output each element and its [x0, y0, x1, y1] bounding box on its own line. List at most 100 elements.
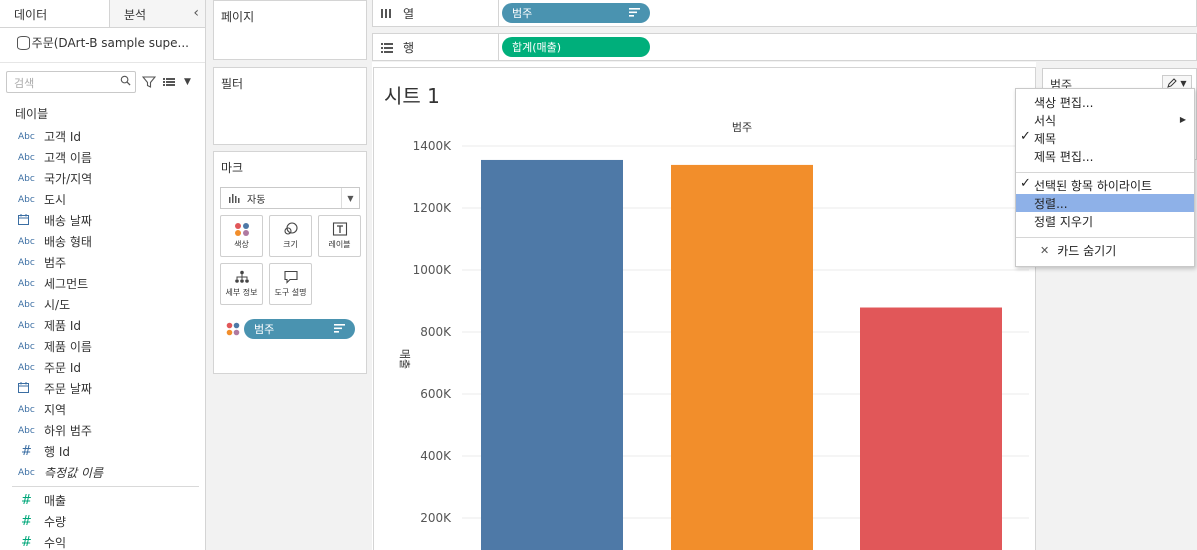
field-item[interactable]: Abc 범주: [0, 252, 205, 273]
field-label: 세그먼트: [44, 277, 89, 291]
bar-chart-icon: [229, 194, 240, 203]
field-label: 고객 이름: [44, 151, 92, 165]
bar: [481, 159, 623, 550]
bar-chart: 200K 400K 600K 800K 1000K 1200K 1400K 범주매출: [398, 121, 1029, 550]
calendar-icon: [18, 213, 44, 228]
detail-button[interactable]: 세부 정보: [220, 263, 263, 305]
number-type-icon: #: [21, 514, 32, 529]
menu-item[interactable]: ✕ 카드 숨기기: [1016, 241, 1194, 259]
field-label: 국가/지역: [44, 172, 93, 186]
field-item[interactable]: # 수익: [0, 532, 205, 550]
shelves-area: 열 범주 행 합계(매출): [372, 0, 1197, 62]
view-options-icon[interactable]: [162, 76, 178, 88]
detail-icon: [234, 270, 249, 283]
y-tick-label: 400K: [420, 449, 452, 463]
string-type-icon: Abc: [18, 257, 35, 268]
data-source-name: 주문(DArt-B sample supe...: [31, 35, 189, 50]
field-label: 수량: [44, 515, 67, 529]
mark-field-row: 범주: [226, 319, 355, 339]
number-type-icon: #: [21, 535, 32, 550]
tab-data[interactable]: 데이터: [0, 0, 110, 27]
field-item[interactable]: Abc 세그먼트: [0, 273, 205, 294]
menu-item[interactable]: ✓ 제목: [1016, 129, 1194, 147]
field-item[interactable]: Abc 측정값 이름: [0, 462, 205, 483]
collapse-pane-icon[interactable]: ‹: [193, 5, 199, 21]
tableau-workspace: 데이터 분석 ‹ 주문(DArt-B sample supe... 검색 ▼ 테…: [0, 0, 1197, 550]
tooltip-icon: [283, 270, 298, 284]
field-label: 주문 날짜: [44, 382, 92, 396]
data-pane: 데이터 분석 ‹ 주문(DArt-B sample supe... 검색 ▼ 테…: [0, 0, 206, 550]
pages-card-title: 페이지: [221, 10, 255, 24]
menu-item[interactable]: 서식 ▶: [1016, 111, 1194, 129]
color-button[interactable]: 색상: [220, 215, 263, 257]
label-button[interactable]: 레이블: [318, 215, 361, 257]
field-item[interactable]: Abc 하위 범주: [0, 420, 205, 441]
field-item[interactable]: 주문 날짜: [0, 378, 205, 399]
rows-pill[interactable]: 합계(매출): [502, 37, 650, 57]
field-item[interactable]: Abc 시/도: [0, 294, 205, 315]
chevron-down-icon[interactable]: ▼: [184, 77, 191, 87]
tooltip-button-label: 도구 설명: [274, 288, 307, 297]
pencil-icon: [1167, 78, 1178, 88]
color-field-pill[interactable]: 범주: [244, 319, 355, 339]
shelf-column: 페이지 필터 마크 자동 ▼ 색상 크기 레이블 세부 정보 도구 설명 범주: [206, 0, 372, 550]
field-item[interactable]: Abc 제품 Id: [0, 315, 205, 336]
dimension-list: Abc 고객 Id Abc 고객 이름 Abc 국가/지역 Abc 도시 배송 날짜 Abc 배송 …: [0, 126, 205, 483]
columns-pill[interactable]: 범주: [502, 3, 650, 23]
field-item[interactable]: Abc 배송 형태: [0, 231, 205, 252]
field-item[interactable]: # 행 Id: [0, 441, 205, 462]
measures-divider: [12, 486, 199, 487]
measure-list: #매출#수량#수익#할인율: [0, 490, 205, 550]
mark-type-dropdown[interactable]: 자동 ▼: [220, 187, 360, 209]
menu-item[interactable]: ✓ 선택된 항목 하이라이트: [1016, 176, 1194, 194]
filter-icon[interactable]: [142, 75, 156, 89]
calendar-icon: [18, 381, 44, 396]
close-icon: ✕: [1040, 243, 1050, 257]
menu-separator: [1016, 237, 1194, 238]
field-item[interactable]: Abc 고객 이름: [0, 147, 205, 168]
field-item[interactable]: Abc 제품 이름: [0, 336, 205, 357]
search-input[interactable]: 검색: [6, 71, 136, 93]
field-item[interactable]: 배송 날짜: [0, 210, 205, 231]
submenu-arrow-icon: ▶: [1179, 115, 1186, 124]
search-icon: [120, 75, 131, 86]
detail-button-label: 세부 정보: [225, 288, 258, 297]
field-label: 매출: [44, 494, 67, 508]
field-item[interactable]: Abc 국가/지역: [0, 168, 205, 189]
menu-item-label: 제목: [1034, 131, 1057, 146]
tooltip-button[interactable]: 도구 설명: [269, 263, 312, 305]
menu-separator: [1016, 172, 1194, 173]
mark-type-label: 자동: [247, 194, 266, 206]
field-label: 행 Id: [44, 445, 71, 459]
y-tick-label: 600K: [420, 387, 452, 401]
field-item[interactable]: # 수량: [0, 511, 205, 532]
columns-shelf[interactable]: 열 범주: [372, 0, 1197, 27]
field-label: 범주: [44, 256, 67, 270]
string-type-icon: Abc: [18, 278, 35, 289]
field-label: 주문 Id: [44, 361, 82, 375]
field-item[interactable]: Abc 지역: [0, 399, 205, 420]
filters-card[interactable]: 필터: [213, 67, 367, 145]
menu-item[interactable]: 정렬 지우기: [1016, 212, 1194, 230]
field-item[interactable]: # 매출: [0, 490, 205, 511]
string-type-icon: Abc: [18, 362, 35, 373]
menu-item[interactable]: 정렬...: [1016, 194, 1194, 212]
field-item[interactable]: Abc 도시: [0, 189, 205, 210]
x-axis-header: 범주: [732, 121, 752, 134]
y-tick-label: 1200K: [413, 201, 453, 215]
field-item[interactable]: Abc 주문 Id: [0, 357, 205, 378]
size-button[interactable]: 크기: [269, 215, 312, 257]
menu-item[interactable]: 제목 편집...: [1016, 147, 1194, 165]
tab-analytics[interactable]: 분석: [110, 0, 205, 27]
string-type-icon: Abc: [18, 236, 35, 247]
data-pane-tabs: 데이터 분석 ‹: [0, 0, 205, 28]
menu-item[interactable]: 색상 편집...: [1016, 93, 1194, 111]
color-button-label: 색상: [234, 240, 249, 249]
rows-shelf[interactable]: 행 합계(매출): [372, 33, 1197, 61]
columns-shelf-label: 열: [373, 0, 499, 26]
field-label: 측정값 이름: [44, 466, 104, 480]
pages-card[interactable]: 페이지: [213, 0, 367, 60]
data-source-item[interactable]: 주문(DArt-B sample supe...: [0, 28, 205, 56]
field-item[interactable]: Abc 고객 Id: [0, 126, 205, 147]
string-type-icon: Abc: [18, 131, 35, 142]
